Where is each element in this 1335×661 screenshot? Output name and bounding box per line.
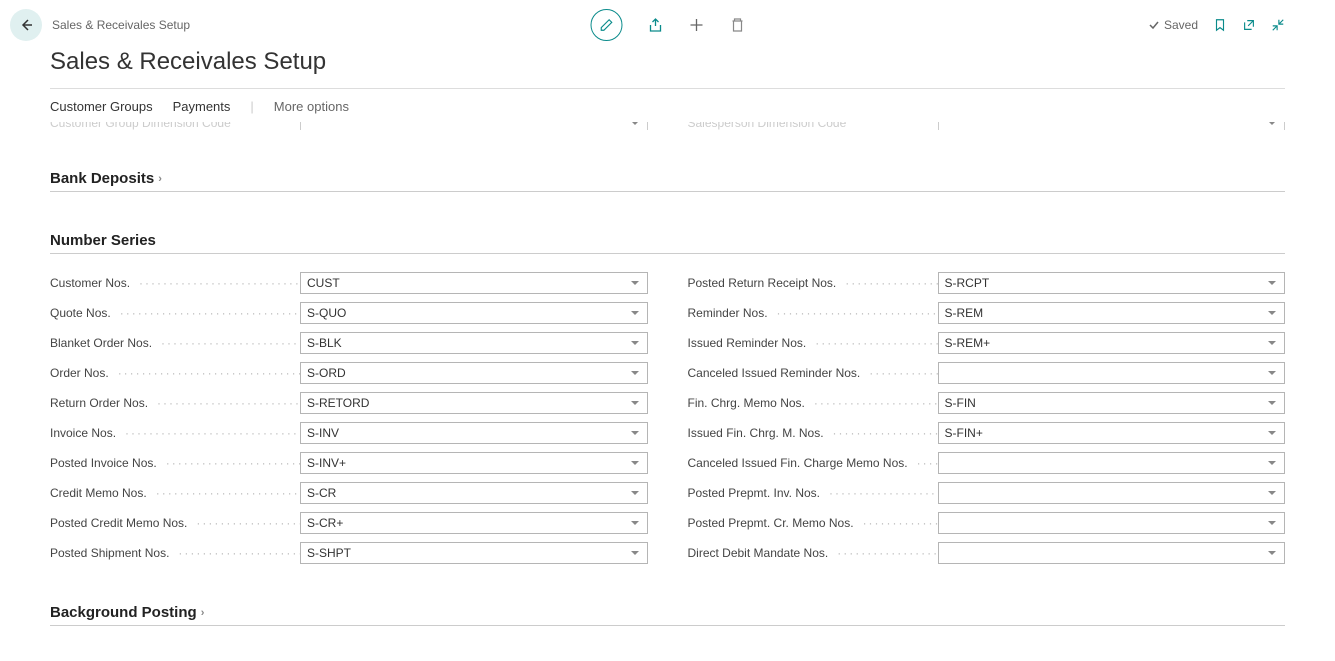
field-label: Posted Prepmt. Cr. Memo Nos. <box>688 516 938 530</box>
field-row: Return Order Nos.S-RETORD <box>50 392 648 414</box>
field-row: Canceled Issued Fin. Charge Memo Nos. <box>688 452 1286 474</box>
lookup-input[interactable]: S-RETORD <box>300 392 648 414</box>
lookup-input[interactable]: CUST <box>300 272 648 294</box>
field-label: Credit Memo Nos. <box>50 486 300 500</box>
check-icon <box>1148 19 1160 31</box>
field-label: Return Order Nos. <box>50 396 300 410</box>
field-label: Blanket Order Nos. <box>50 336 300 350</box>
lookup-input[interactable]: S-RCPT <box>938 272 1286 294</box>
field-row: Issued Reminder Nos.S-REM+ <box>688 332 1286 354</box>
lookup-input[interactable]: S-REM <box>938 302 1286 324</box>
lookup-input[interactable] <box>938 542 1286 564</box>
field-row: Reminder Nos.S-REM <box>688 302 1286 324</box>
field-label: Posted Return Receipt Nos. <box>688 276 938 290</box>
field-row: Credit Memo Nos.S-CR <box>50 482 648 504</box>
share-icon[interactable] <box>647 17 663 33</box>
section-background-posting[interactable]: Background Posting › <box>50 604 1285 626</box>
field-row: Invoice Nos.S-INV <box>50 422 648 444</box>
edit-button[interactable] <box>590 9 622 41</box>
field-row: Customer Nos.CUST <box>50 272 648 294</box>
popout-icon[interactable] <box>1242 18 1256 32</box>
more-options[interactable]: More options <box>274 99 349 114</box>
field-row: Posted Prepmt. Cr. Memo Nos. <box>688 512 1286 534</box>
pencil-icon <box>599 18 613 32</box>
lookup-input[interactable] <box>938 362 1286 384</box>
page-title: Sales & Receivales Setup <box>0 40 1335 88</box>
field-row: Posted Shipment Nos.S-SHPT <box>50 542 648 564</box>
chevron-right-icon: › <box>158 173 162 185</box>
saved-status: Saved <box>1148 18 1198 32</box>
field-label: Posted Credit Memo Nos. <box>50 516 300 530</box>
salesperson-dim-input[interactable] <box>938 122 1286 130</box>
field-label: Posted Invoice Nos. <box>50 456 300 470</box>
field-label: Invoice Nos. <box>50 426 300 440</box>
lookup-input[interactable]: S-CR+ <box>300 512 648 534</box>
field-row: Issued Fin. Chrg. M. Nos.S-FIN+ <box>688 422 1286 444</box>
lookup-input[interactable]: S-FIN+ <box>938 422 1286 444</box>
lookup-input[interactable]: S-ORD <box>300 362 648 384</box>
lookup-input[interactable]: S-SHPT <box>300 542 648 564</box>
field-row: Posted Return Receipt Nos.S-RCPT <box>688 272 1286 294</box>
field-label: Customer Nos. <box>50 276 300 290</box>
field-row: Posted Invoice Nos.S-INV+ <box>50 452 648 474</box>
lookup-input[interactable]: S-INV <box>300 422 648 444</box>
arrow-left-icon <box>18 17 34 33</box>
tab-separator: | <box>250 99 253 114</box>
field-label: Quote Nos. <box>50 306 300 320</box>
lookup-input[interactable]: S-BLK <box>300 332 648 354</box>
lookup-input[interactable] <box>938 512 1286 534</box>
section-bank-deposits[interactable]: Bank Deposits › <box>50 170 1285 192</box>
lookup-input[interactable] <box>938 482 1286 504</box>
delete-icon[interactable] <box>729 17 745 33</box>
field-label: Canceled Issued Fin. Charge Memo Nos. <box>688 456 938 470</box>
field-row: Direct Debit Mandate Nos. <box>688 542 1286 564</box>
field-label: Issued Reminder Nos. <box>688 336 938 350</box>
lookup-input[interactable]: S-REM+ <box>938 332 1286 354</box>
new-icon[interactable] <box>688 17 704 33</box>
field-label: Fin. Chrg. Memo Nos. <box>688 396 938 410</box>
field-label: Posted Shipment Nos. <box>50 546 300 560</box>
lookup-input[interactable]: S-QUO <box>300 302 648 324</box>
lookup-input[interactable]: S-FIN <box>938 392 1286 414</box>
field-label: Canceled Issued Reminder Nos. <box>688 366 938 380</box>
breadcrumb: Sales & Receivales Setup <box>52 18 190 32</box>
cut-label-left: Customer Group Dimension Code <box>50 122 300 130</box>
collapse-icon[interactable] <box>1271 18 1285 32</box>
field-label: Issued Fin. Chrg. M. Nos. <box>688 426 938 440</box>
field-row: Canceled Issued Reminder Nos. <box>688 362 1286 384</box>
lookup-input[interactable] <box>938 452 1286 474</box>
field-label: Reminder Nos. <box>688 306 938 320</box>
field-label: Posted Prepmt. Inv. Nos. <box>688 486 938 500</box>
lookup-input[interactable]: S-CR <box>300 482 648 504</box>
tab-customer-groups[interactable]: Customer Groups <box>50 99 153 114</box>
section-number-series[interactable]: Number Series <box>50 232 1285 254</box>
customer-group-dim-input[interactable] <box>300 122 648 130</box>
field-label: Order Nos. <box>50 366 300 380</box>
tab-payments[interactable]: Payments <box>173 99 231 114</box>
lookup-input[interactable]: S-INV+ <box>300 452 648 474</box>
field-row: Quote Nos.S-QUO <box>50 302 648 324</box>
field-row: Order Nos.S-ORD <box>50 362 648 384</box>
field-row: Posted Prepmt. Inv. Nos. <box>688 482 1286 504</box>
field-row: Posted Credit Memo Nos.S-CR+ <box>50 512 648 534</box>
bookmark-icon[interactable] <box>1213 18 1227 32</box>
field-label: Direct Debit Mandate Nos. <box>688 546 938 560</box>
back-button[interactable] <box>10 9 42 41</box>
cut-label-right: Salesperson Dimension Code <box>688 122 938 130</box>
field-row: Fin. Chrg. Memo Nos.S-FIN <box>688 392 1286 414</box>
chevron-right-icon: › <box>201 607 205 619</box>
field-row: Blanket Order Nos.S-BLK <box>50 332 648 354</box>
